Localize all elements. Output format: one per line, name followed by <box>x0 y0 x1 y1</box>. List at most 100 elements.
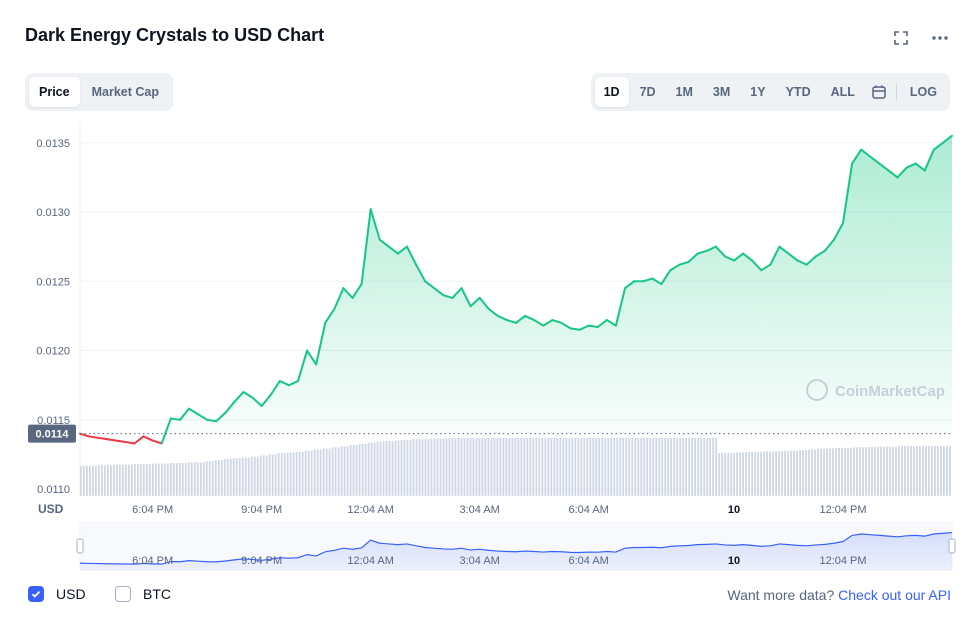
price-line-segment <box>369 208 381 241</box>
api-promo-text: Want more data? <box>727 587 835 603</box>
volume-bar <box>925 446 927 496</box>
btc-checkbox[interactable]: BTC <box>115 586 171 602</box>
volume-bar <box>730 453 733 496</box>
volume-bar <box>826 448 828 496</box>
volume-bar <box>496 438 499 496</box>
volume-bar <box>751 451 754 496</box>
x-tick-label: 9:04 PM <box>241 504 282 516</box>
volume-bar <box>538 438 541 496</box>
price-line-segment <box>696 249 708 255</box>
volume-bar <box>406 439 409 496</box>
volume-bar <box>115 464 118 496</box>
volume-bar <box>394 440 397 496</box>
volume-bar <box>691 438 694 496</box>
range-ytd[interactable]: YTD <box>777 77 820 107</box>
api-promo: Want more data? Check out our API <box>727 587 951 603</box>
volume-bar <box>490 438 493 496</box>
calendar-icon[interactable] <box>866 77 892 107</box>
btc-checkbox-box[interactable] <box>115 586 131 602</box>
volume-bar <box>319 449 322 496</box>
price-line-segment <box>178 407 190 421</box>
volume-bar <box>874 446 876 496</box>
volume-bar <box>121 464 124 496</box>
volume-bar <box>526 438 529 496</box>
range-7d[interactable]: 7D <box>631 77 665 107</box>
range-1m[interactable]: 1M <box>667 77 702 107</box>
volume-bar <box>103 465 106 496</box>
volume-bar <box>814 449 816 496</box>
btc-checkbox-label: BTC <box>143 586 171 602</box>
price-tab[interactable]: Price <box>29 77 80 107</box>
price-line-segment <box>723 255 735 262</box>
price-line-segment <box>714 245 726 258</box>
volume-bar <box>373 442 376 496</box>
volume-bar <box>820 449 822 496</box>
volume-bar <box>934 446 936 496</box>
price-line-segment <box>206 418 218 423</box>
volume-bar <box>892 446 894 496</box>
fullscreen-icon[interactable] <box>893 30 909 53</box>
chart-footer: USD BTC Want more data? Check out our AP… <box>0 584 975 608</box>
volume-bar <box>142 464 145 496</box>
price-line-segment <box>560 321 572 330</box>
price-line-segment <box>151 439 163 445</box>
usd-checkbox-box[interactable] <box>28 586 44 602</box>
range-separator <box>895 83 897 101</box>
range-3m[interactable]: 3M <box>704 77 739 107</box>
price-line-segment <box>923 148 935 172</box>
volume-bar <box>565 438 568 496</box>
volume-bar <box>343 446 346 496</box>
volume-bar <box>82 465 85 496</box>
range-1d[interactable]: 1D <box>594 77 629 107</box>
price-line-segment <box>424 280 436 290</box>
volume-bar <box>226 458 229 496</box>
volume-bar <box>898 446 900 496</box>
volume-bar <box>460 438 463 496</box>
volume-bar <box>475 438 478 496</box>
y-tick-label: 0.0110 <box>37 484 70 496</box>
volume-bar <box>286 452 289 496</box>
api-link[interactable]: Check out our API <box>838 587 951 603</box>
volume-bar <box>766 451 769 496</box>
volume-bar <box>664 438 667 496</box>
volume-bar <box>481 438 484 496</box>
volume-bar <box>577 438 580 496</box>
price-line-segment <box>433 287 445 297</box>
volume-bar <box>148 464 151 496</box>
volume-bar <box>511 438 514 496</box>
volume-bar <box>721 453 724 496</box>
volume-bar <box>553 438 556 496</box>
navigator-tick-label: 12:04 PM <box>819 555 866 567</box>
price-line-segment <box>742 252 754 262</box>
volume-bar <box>703 438 706 496</box>
volume-bar <box>436 438 439 496</box>
volume-bar <box>205 461 208 496</box>
price-line-segment <box>687 252 699 263</box>
volume-bar <box>628 438 631 496</box>
volume-bar <box>433 438 436 496</box>
log-scale-toggle[interactable]: LOG <box>901 77 946 107</box>
volume-bar <box>223 458 226 496</box>
volume-bar <box>217 460 220 496</box>
volume-bar <box>622 438 625 496</box>
market-cap-tab[interactable]: Market Cap <box>82 77 169 107</box>
volume-bar <box>169 462 172 496</box>
volume-bar <box>640 438 643 496</box>
volume-bar <box>676 438 679 496</box>
price-line-segment <box>215 411 227 423</box>
more-dots-icon[interactable] <box>931 30 949 53</box>
volume-bar <box>715 438 718 496</box>
volume-bar <box>829 448 831 496</box>
y-tick-label: 0.0120 <box>36 346 70 358</box>
range-all[interactable]: ALL <box>822 77 864 107</box>
volume-bar <box>811 449 813 496</box>
usd-checkbox[interactable]: USD <box>28 586 86 602</box>
volume-bar <box>370 442 373 496</box>
price-line-segment <box>106 438 118 442</box>
range-1y[interactable]: 1Y <box>741 77 774 107</box>
x-tick-label: 6:04 AM <box>568 504 608 516</box>
volume-bar <box>262 455 265 496</box>
price-line-segment <box>705 245 717 252</box>
volume-bar <box>160 463 163 496</box>
volume-bar <box>817 449 819 496</box>
